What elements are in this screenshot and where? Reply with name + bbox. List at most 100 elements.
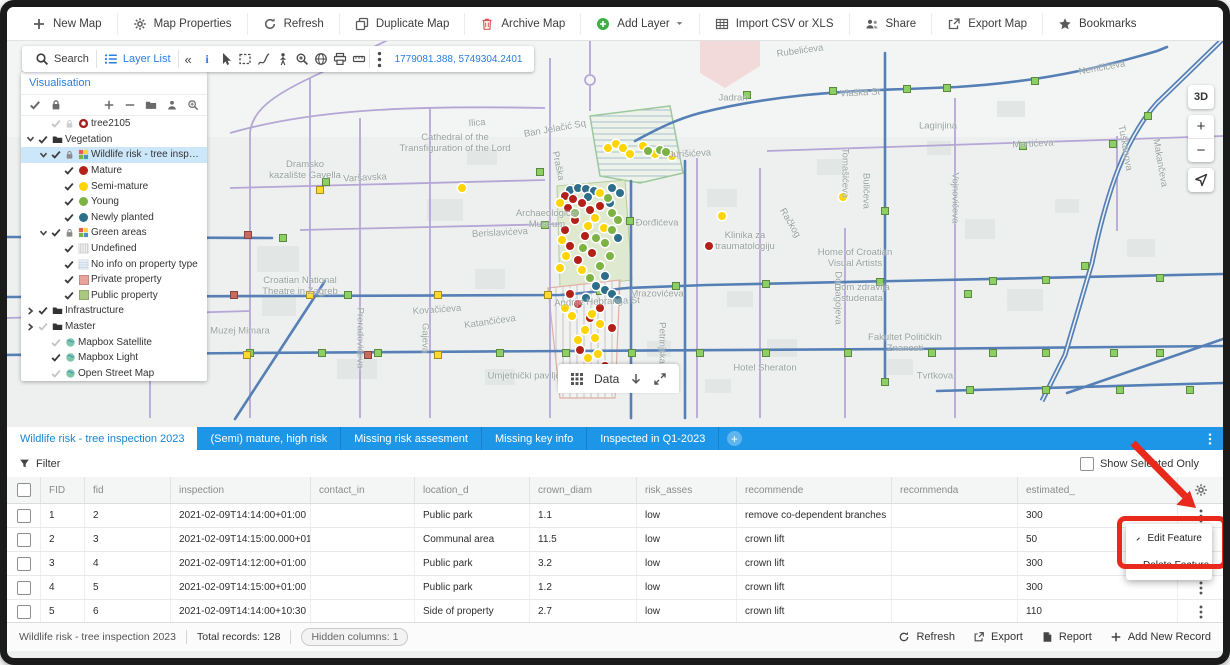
- layer-item-wildlife-risk-tree-inspection-2023[interactable]: Wildlife risk - tree inspection 2023: [21, 147, 207, 163]
- visibility-check-icon[interactable]: [62, 290, 76, 301]
- layer-item-master[interactable]: Master: [21, 319, 207, 335]
- map-square-marker[interactable]: [244, 231, 252, 239]
- column-header-recommenda[interactable]: recommenda: [892, 477, 1018, 503]
- tree-point-marker[interactable]: [582, 294, 590, 302]
- tree-point-marker[interactable]: [574, 300, 582, 308]
- locate-button[interactable]: [1188, 168, 1214, 192]
- map-square-marker[interactable]: [672, 282, 680, 290]
- tree-point-marker[interactable]: [596, 262, 604, 270]
- tree-point-marker[interactable]: [574, 184, 582, 192]
- draw-tool[interactable]: [255, 48, 274, 70]
- chevron-right-icon[interactable]: [25, 306, 36, 316]
- lock-icon[interactable]: [50, 99, 62, 111]
- zoom-in-icon[interactable]: [187, 99, 199, 111]
- map-square-marker[interactable]: [434, 291, 442, 299]
- tree-point-marker[interactable]: [592, 282, 600, 290]
- row-checkbox[interactable]: [17, 533, 31, 547]
- map-square-marker[interactable]: [628, 349, 636, 357]
- tree-point-marker[interactable]: [718, 212, 726, 220]
- tree-point-marker[interactable]: [606, 252, 614, 260]
- tree-point-marker[interactable]: [608, 226, 616, 234]
- map-square-marker[interactable]: [434, 351, 442, 359]
- layer-list-button[interactable]: Layer List: [97, 52, 178, 66]
- context-menu-edit-feature[interactable]: Edit Feature: [1126, 525, 1212, 552]
- tree-point-marker[interactable]: [604, 194, 612, 202]
- tree-point-marker[interactable]: [596, 320, 604, 328]
- tree-point-marker[interactable]: [604, 144, 612, 152]
- layer-item-mature[interactable]: Mature: [21, 163, 207, 179]
- tree-point-marker[interactable]: [586, 206, 594, 214]
- map-square-marker[interactable]: [829, 87, 837, 95]
- map-square-marker[interactable]: [943, 84, 951, 92]
- table-row[interactable]: 562021-02-09T14:14:00+10:30Side of prope…: [7, 600, 1223, 624]
- tree-point-marker[interactable]: [569, 195, 577, 203]
- zoom-in-button[interactable]: +: [1188, 115, 1214, 139]
- table-row[interactable]: 342021-02-09T14:12:00+01:00Public park3.…: [7, 552, 1223, 576]
- map-square-marker[interactable]: [881, 378, 889, 386]
- map-square-marker[interactable]: [964, 290, 972, 298]
- visibility-check-icon[interactable]: [36, 321, 50, 332]
- layer-item-private-property[interactable]: Private property: [21, 272, 207, 288]
- layer-item-open-street-map[interactable]: Open Street Map: [21, 366, 207, 382]
- column-header-inspection[interactable]: inspection: [171, 477, 311, 503]
- tree-point-marker[interactable]: [566, 242, 574, 250]
- toolbar-button-import-csv-or-xls[interactable]: Import CSV or XLS: [700, 13, 850, 35]
- visibility-check-icon[interactable]: [49, 368, 63, 379]
- map-square-marker[interactable]: [496, 349, 504, 357]
- layer-item-mapbox-light[interactable]: Mapbox Light: [21, 350, 207, 366]
- column-header-risk-asses[interactable]: risk_asses: [637, 477, 737, 503]
- row-checkbox[interactable]: [17, 509, 31, 523]
- zoom-in-tool[interactable]: [293, 48, 312, 70]
- tree-point-marker[interactable]: [596, 304, 604, 312]
- show-selected-only[interactable]: Show Selected Only: [1080, 457, 1211, 471]
- measure-tool[interactable]: [350, 48, 369, 70]
- lock-icon[interactable]: [63, 150, 76, 160]
- visibility-check-icon[interactable]: [49, 118, 63, 129]
- table-settings-gear-icon[interactable]: [1194, 483, 1208, 497]
- layer-item-vegetation[interactable]: Vegetation: [21, 132, 207, 148]
- search-button[interactable]: Search: [28, 52, 96, 66]
- footer-button-add-new-record[interactable]: Add New Record: [1110, 631, 1211, 643]
- row-checkbox[interactable]: [17, 557, 31, 571]
- column-header-contact-in[interactable]: contact_in: [311, 477, 415, 503]
- layer-item-green-areas[interactable]: Green areas: [21, 225, 207, 241]
- toolbar-button-add-layer[interactable]: Add Layer: [581, 13, 699, 35]
- info-tool[interactable]: i: [198, 48, 217, 70]
- visibility-check-icon[interactable]: [49, 352, 63, 363]
- toolbar-button-bookmarks[interactable]: Bookmarks: [1043, 13, 1152, 35]
- lock-icon[interactable]: [63, 228, 76, 238]
- map-square-marker[interactable]: [364, 351, 372, 359]
- tree-point-marker[interactable]: [581, 326, 589, 334]
- footer-button-export[interactable]: Export: [973, 631, 1023, 643]
- visibility-check-icon[interactable]: [62, 212, 76, 223]
- tree-point-marker[interactable]: [561, 226, 569, 234]
- map-square-marker[interactable]: [743, 91, 751, 99]
- map-square-marker[interactable]: [762, 349, 770, 357]
- map-square-marker[interactable]: [989, 277, 997, 285]
- tree-point-marker[interactable]: [574, 256, 582, 264]
- chevron-down-icon[interactable]: [25, 134, 36, 144]
- layer-item-infrastructure[interactable]: Infrastructure: [21, 303, 207, 319]
- minus-icon[interactable]: [124, 99, 136, 111]
- visibility-check-icon[interactable]: [62, 196, 76, 207]
- column-header-estimated[interactable]: estimated_: [1018, 477, 1178, 503]
- tree-point-marker[interactable]: [571, 216, 579, 224]
- table-row[interactable]: 122021-02-09T14:14:00+01:00Public park1.…: [7, 504, 1223, 528]
- map-square-marker[interactable]: [1156, 349, 1164, 357]
- tree-point-marker[interactable]: [578, 199, 586, 207]
- map-square-marker[interactable]: [1042, 386, 1050, 394]
- visibility-check-icon[interactable]: [36, 305, 50, 316]
- tree-point-marker[interactable]: [566, 290, 574, 298]
- footer-button-report[interactable]: Report: [1041, 631, 1092, 643]
- layer-item-tree2105[interactable]: tree2105: [21, 116, 207, 132]
- map-square-marker[interactable]: [243, 351, 251, 359]
- tab-inspected-in-q1-2023[interactable]: Inspected in Q1-2023: [587, 427, 719, 450]
- pegman-tool[interactable]: [274, 48, 293, 70]
- row-menu-icon[interactable]: [1193, 580, 1209, 596]
- tree-point-marker[interactable]: [662, 148, 670, 156]
- tree-point-marker[interactable]: [616, 189, 624, 197]
- map-square-marker[interactable]: [1116, 386, 1124, 394]
- toolbar-button-export-map[interactable]: Export Map: [932, 13, 1043, 35]
- tree-point-marker[interactable]: [705, 242, 713, 250]
- hidden-columns-badge[interactable]: Hidden columns: 1: [301, 628, 408, 646]
